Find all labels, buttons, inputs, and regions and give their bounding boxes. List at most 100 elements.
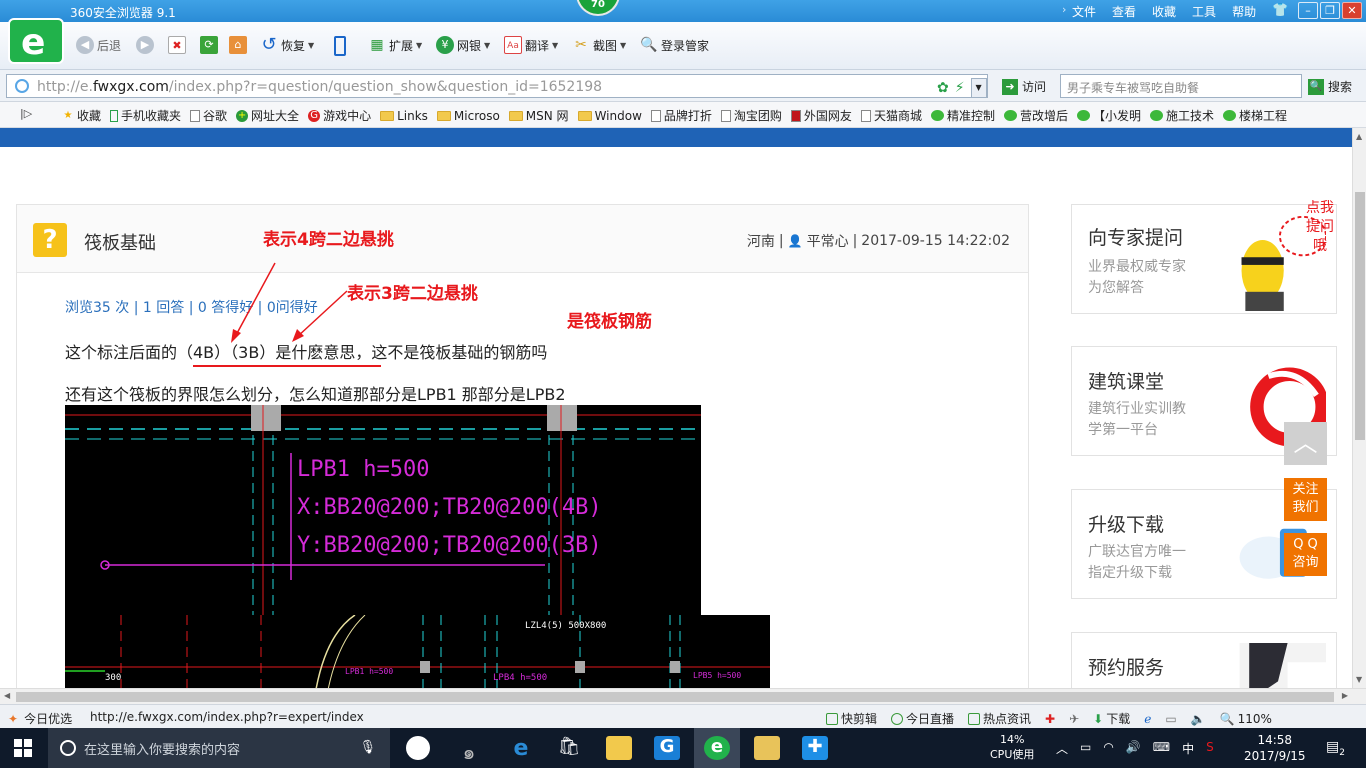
scroll-right-icon[interactable]: ▶ [1342, 691, 1348, 700]
vertical-scrollbar[interactable]: ▲ ▼ [1352, 128, 1366, 688]
bookmark-item[interactable]: + 网址大全 [236, 107, 299, 124]
bookmark-item[interactable]: 外国网友 [790, 107, 852, 124]
menu-help[interactable]: 帮助 [1224, 3, 1264, 20]
browser-360-icon[interactable]: e [704, 736, 730, 760]
menu-file[interactable]: 文件 [1064, 3, 1104, 20]
bookmark-item[interactable]: 品牌打折 [650, 107, 712, 124]
close-button[interactable]: ✕ [1342, 2, 1362, 19]
translate-button[interactable]: Aa 翻译 ▼ [504, 36, 558, 54]
compat-mode-icon[interactable]: ✿ [937, 80, 949, 96]
bookmark-item[interactable]: Window [577, 109, 642, 123]
live-button[interactable]: 今日直播 [891, 710, 954, 727]
minimize-button[interactable]: – [1298, 2, 1318, 19]
scroll-left-icon[interactable]: ◀ [4, 691, 10, 700]
score-badge[interactable]: 70 [576, 0, 620, 16]
home-button[interactable]: ⌂ [229, 36, 247, 54]
sidebar-toggle-icon[interactable]: |▷ [20, 107, 32, 120]
window-icon[interactable]: ▭ [1165, 712, 1176, 726]
login-manager-button[interactable]: 🔍 登录管家 [640, 36, 709, 54]
extend-button[interactable]: ▦ 扩展 ▼ [368, 36, 422, 54]
ask-expert-card[interactable]: 向专家提问 业界最权威专家 为您解答 点我 提问哦 [1071, 200, 1337, 314]
bank-button[interactable]: ¥ 网银 ▼ [436, 36, 490, 54]
lightning-icon[interactable]: ⚡ [955, 80, 965, 96]
medkit-icon[interactable]: ✚ [1045, 712, 1055, 726]
sogou-ime-icon[interactable]: S [1206, 740, 1214, 757]
bookmark-item[interactable]: 精准控制 [930, 107, 995, 124]
menu-favorites[interactable]: 收藏 [1144, 3, 1184, 20]
store-icon[interactable]: 🛍 [556, 736, 582, 760]
booking-service-card[interactable]: 预约服务 [1071, 632, 1337, 688]
follow-us-button[interactable]: 关注 我们 [1284, 478, 1327, 521]
keyboard-icon[interactable]: ⌨ [1153, 740, 1170, 757]
mobile-button[interactable] [334, 36, 346, 56]
pin-icon[interactable]: ✈ [1069, 712, 1079, 726]
restore-button[interactable]: ↺ 恢复 ▼ [260, 36, 314, 54]
volume-icon[interactable]: 🔈 [1191, 712, 1206, 726]
site-info-icon[interactable] [15, 79, 29, 93]
bookmark-item[interactable]: 【小发明 [1076, 107, 1141, 124]
spiral-app-icon[interactable]: ๑ [456, 736, 482, 764]
menu-tools[interactable]: 工具 [1184, 3, 1224, 20]
battery-icon[interactable]: ▭ [1080, 740, 1091, 757]
tray-expand-icon[interactable]: ︿ [1056, 740, 1068, 757]
edge-icon[interactable]: e [508, 736, 534, 761]
bookmark-item[interactable]: G 游戏中心 [308, 107, 371, 124]
back-to-top-button[interactable]: ︿ [1284, 422, 1327, 465]
bookmark-item[interactable]: ★ 收藏 [62, 107, 102, 124]
bookmark-item[interactable]: 谷歌 [190, 107, 227, 124]
glodon-app-icon[interactable]: G [654, 736, 680, 760]
horizontal-scrollbar[interactable]: ◀ ▶ [0, 688, 1366, 704]
microphone-icon[interactable]: 🎙 [359, 740, 376, 755]
bookmark-item[interactable]: Links [380, 109, 428, 123]
speaker-icon[interactable]: 🔊 [1126, 740, 1141, 757]
download-button[interactable]: ⬇ 下载 [1093, 710, 1130, 727]
stop-button[interactable]: ✖ [168, 36, 186, 54]
bookmark-item[interactable]: 天猫商城 [860, 107, 922, 124]
ask-bubble-text[interactable]: 点我 提问哦 [1304, 199, 1336, 256]
task-view-icon[interactable] [406, 736, 430, 760]
menu-view[interactable]: 查看 [1104, 3, 1144, 20]
scroll-down-icon[interactable]: ▼ [1356, 675, 1362, 684]
address-url[interactable]: http://e.fwxgx.com/index.php?r=question/… [37, 79, 602, 95]
quick-edit-button[interactable]: 快剪辑 [826, 710, 877, 727]
forward-button[interactable]: ▶ [136, 36, 154, 54]
scroll-up-icon[interactable]: ▲ [1356, 132, 1362, 141]
cpu-usage[interactable]: 14% CPU使用 [990, 732, 1034, 762]
ie-icon[interactable]: ℯ [1144, 712, 1151, 726]
taskbar-search-input[interactable]: 在这里输入你要搜索的内容 🎙 [48, 728, 390, 768]
skin-shirt-icon[interactable]: 👕 [1272, 3, 1288, 18]
bookmark-item[interactable]: 手机收藏夹 [110, 107, 181, 124]
search-input[interactable]: 男子乘专车被骂吃自助餐 [1060, 74, 1302, 98]
bookmark-item[interactable]: 施工技术 [1150, 107, 1214, 124]
bookmark-item[interactable]: MSN 网 [508, 107, 569, 124]
zoom-control[interactable]: 🔍 110% [1220, 712, 1272, 726]
plus-app-icon[interactable]: ✚ [802, 736, 828, 760]
cad-drawing-image-2[interactable]: 300 LZL4(5) 500X800 LPB4 h=500 LPB1 h=50… [65, 615, 770, 688]
refresh-button[interactable]: ⟳ [200, 36, 218, 54]
bookmark-item[interactable]: 楼梯工程 [1223, 107, 1287, 124]
hot-news-button[interactable]: 热点资讯 [968, 710, 1031, 727]
browser-logo[interactable]: e [8, 18, 64, 64]
back-button[interactable]: ◀ 后退 [76, 36, 121, 54]
notes-app-icon[interactable] [754, 736, 780, 760]
bookmark-item[interactable]: 淘宝团购 [720, 107, 782, 124]
screenshot-button[interactable]: ✂ 截图 ▼ [572, 36, 626, 54]
question-user[interactable]: 平常心 [807, 231, 849, 251]
bookmark-item[interactable]: 营改增后 [1003, 107, 1068, 124]
taskbar-clock[interactable]: 14:58 2017/9/15 [1244, 732, 1306, 764]
wifi-icon[interactable]: ◠ [1103, 740, 1113, 757]
horizontal-scroll-thumb[interactable] [16, 692, 1334, 702]
go-button[interactable]: ➜ 访问 [1002, 78, 1046, 95]
windows-start-icon[interactable] [14, 739, 32, 757]
dropdown-arrow-icon[interactable]: ▼ [970, 78, 987, 98]
file-explorer-icon[interactable] [606, 736, 632, 760]
search-button[interactable]: 🔍 搜索 [1308, 78, 1352, 95]
maximize-button[interactable]: ❐ [1320, 2, 1340, 19]
today-picks[interactable]: ✦ 今日优选 [8, 710, 72, 727]
bookmark-item[interactable]: Microso [436, 109, 500, 123]
address-bar[interactable]: http://e.fwxgx.com/index.php?r=question/… [6, 74, 988, 98]
qq-consult-button[interactable]: Q Q 咨询 [1284, 533, 1327, 576]
ime-mode[interactable]: 中 [1182, 740, 1194, 757]
action-center-icon[interactable]: ▤2 [1326, 739, 1345, 758]
vertical-scroll-thumb[interactable] [1355, 192, 1365, 440]
